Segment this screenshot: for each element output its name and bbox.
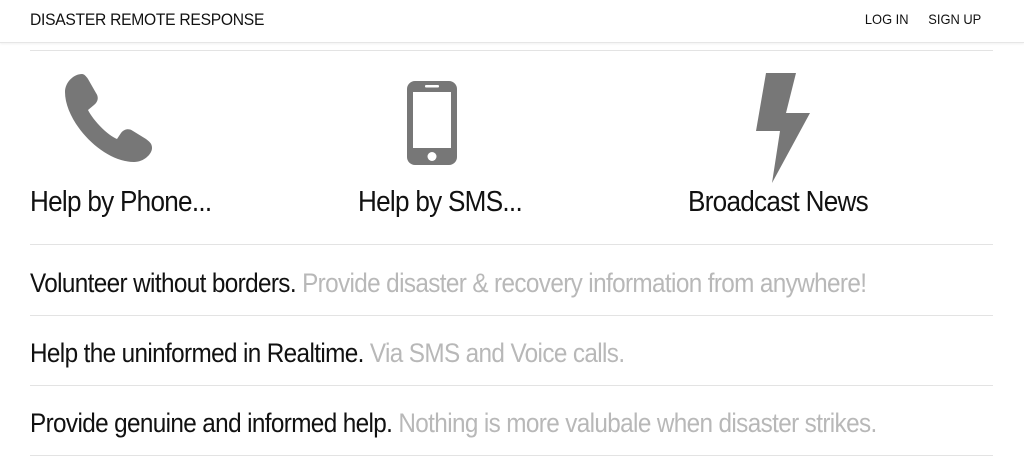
info-row: Provide genuine and informed help. Nothi… [30,408,877,439]
divider [30,315,993,316]
phone-icon [65,74,152,162]
divider [30,385,993,386]
feature-title: Help by SMS... [358,186,523,218]
info-row-lead: Help the uninformed in Realtime. [30,338,364,368]
feature-sms: Help by SMS... [358,70,658,230]
feature-title: Help by Phone... [30,186,212,218]
top-navbar: DISASTER REMOTE RESPONSE LOG IN SIGN UP [0,0,1024,43]
signup-link[interactable]: SIGN UP [929,11,982,27]
brand-logo-link[interactable]: DISASTER REMOTE RESPONSE [30,10,264,30]
info-row-detail: Nothing is more valubale when disaster s… [398,408,877,438]
info-row: Volunteer without borders. Provide disas… [30,268,867,299]
mobile-phone-icon [407,81,457,165]
divider [30,455,993,456]
feature-phone: Help by Phone... [30,70,330,230]
info-row-detail: Via SMS and Voice calls. [369,338,625,368]
login-link[interactable]: LOG IN [865,11,909,27]
feature-broadcast: Broadcast News [688,70,988,230]
info-row-detail: Provide disaster & recovery information … [302,268,867,298]
feature-title: Broadcast News [688,186,869,218]
divider [30,50,993,51]
info-row: Help the uninformed in Realtime. Via SMS… [30,338,625,369]
divider [30,244,993,245]
info-row-lead: Volunteer without borders. [30,268,297,298]
info-row-lead: Provide genuine and informed help. [30,408,393,438]
lightning-bolt-icon [756,73,810,183]
nav-links: LOG IN SIGN UP [863,11,984,27]
